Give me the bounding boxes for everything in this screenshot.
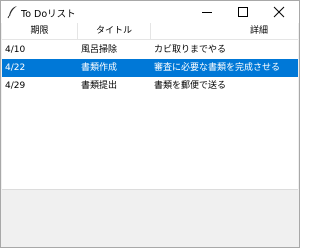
- window-title: To Doリスト: [21, 9, 76, 20]
- todo-table[interactable]: 期限 タイトル 詳細 4/10 風呂掃除 カビ取りまでやる 4/22 書類作成 …: [2, 23, 298, 189]
- minimize-button[interactable]: [189, 1, 225, 23]
- row-date: 4/10: [5, 45, 26, 55]
- minimize-icon: [202, 12, 212, 13]
- column-header-detail[interactable]: 詳細: [151, 23, 298, 40]
- maximize-icon: [238, 7, 248, 17]
- app-window: To Doリスト 期限 タイトル 詳細 4/10 風呂掃除 カビ取りまでやる 4…: [0, 0, 300, 248]
- column-header-date[interactable]: 期限: [2, 23, 78, 40]
- row-date: 4/29: [5, 81, 26, 91]
- feather-icon: [7, 5, 19, 19]
- row-date: 4/22: [5, 63, 26, 73]
- column-header-title[interactable]: タイトル: [78, 23, 151, 40]
- row-title: 風呂掃除: [81, 45, 118, 55]
- table-header: 期限 タイトル 詳細: [2, 23, 298, 40]
- close-button[interactable]: [261, 1, 297, 23]
- row-title: 書類作成: [81, 63, 118, 73]
- table-row[interactable]: 4/29 書類提出 書類を郵便で送る: [2, 77, 298, 95]
- close-icon: [273, 6, 285, 18]
- row-detail: 書類を郵便で送る: [154, 81, 227, 91]
- empty-frame: [2, 189, 298, 247]
- maximize-button[interactable]: [225, 1, 261, 23]
- row-detail: カビ取りまでやる: [154, 45, 227, 55]
- table-row[interactable]: 4/10 風呂掃除 カビ取りまでやる: [2, 41, 298, 59]
- row-title: 書類提出: [81, 81, 118, 91]
- title-bar[interactable]: To Doリスト: [1, 1, 299, 23]
- table-row-selected[interactable]: 4/22 書類作成 審査に必要な書類を完成させる: [2, 59, 298, 77]
- row-detail: 審査に必要な書類を完成させる: [154, 63, 281, 73]
